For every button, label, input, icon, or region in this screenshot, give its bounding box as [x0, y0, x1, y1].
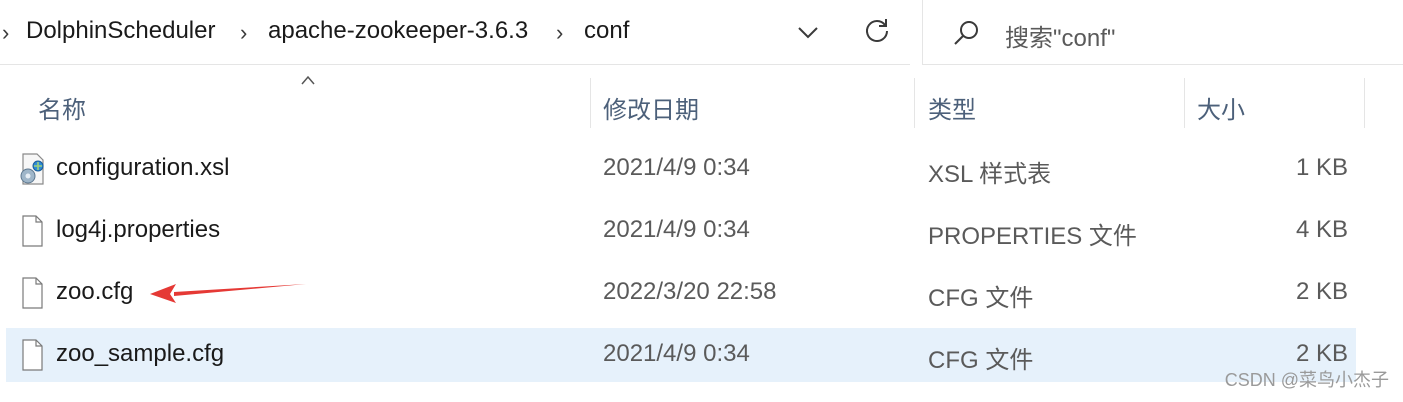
- breadcrumb-separator: ›: [556, 20, 564, 45]
- search-icon: [954, 21, 978, 45]
- column-header-name[interactable]: 名称: [38, 90, 86, 125]
- column-divider[interactable]: [590, 78, 591, 128]
- file-type: CFG 文件: [928, 347, 1034, 374]
- file-date: 2022/3/20 22:58: [603, 278, 777, 305]
- breadcrumb-separator: ›: [2, 20, 10, 45]
- file-name: configuration.xsl: [56, 154, 230, 181]
- file-type: XSL 样式表: [928, 161, 1052, 188]
- refresh-icon[interactable]: [862, 16, 892, 46]
- search-input[interactable]: 搜索"conf": [1005, 18, 1115, 53]
- file-row[interactable]: configuration.xsl 2021/4/9 0:34 XSL 样式表 …: [6, 142, 1356, 196]
- column-header-row: 名称 修改日期 类型 大小: [0, 66, 1403, 130]
- file-name: zoo_sample.cfg: [56, 340, 225, 367]
- column-divider[interactable]: [1364, 78, 1365, 128]
- annotation-arrow-icon: [150, 284, 306, 303]
- watermark: CSDN @菜鸟小杰子: [1224, 370, 1389, 390]
- file-date: 2021/4/9 0:34: [603, 340, 750, 367]
- generic-file-icon: [22, 277, 43, 309]
- breadcrumb-item-apache-zookeeper[interactable]: apache-zookeeper-3.6.3: [268, 17, 528, 45]
- file-type: CFG 文件: [928, 285, 1034, 312]
- file-row[interactable]: log4j.properties 2021/4/9 0:34 PROPERTIE…: [6, 204, 1356, 258]
- column-header-date[interactable]: 修改日期: [603, 90, 699, 125]
- file-date: 2021/4/9 0:34: [603, 216, 750, 243]
- file-size: 2 KB: [1295, 340, 1348, 367]
- breadcrumb-separator: ›: [240, 20, 248, 45]
- breadcrumb[interactable]: › DolphinScheduler › apache-zookeeper-3.…: [0, 0, 910, 65]
- xsl-file-icon: [20, 153, 44, 185]
- file-date: 2021/4/9 0:34: [603, 154, 750, 181]
- generic-file-icon: [22, 215, 43, 247]
- column-divider[interactable]: [914, 78, 915, 128]
- breadcrumb-item-dolphinscheduler[interactable]: DolphinScheduler: [26, 17, 215, 45]
- file-size: 4 KB: [1295, 216, 1348, 243]
- sort-ascending-icon: [301, 75, 315, 85]
- address-bar: › DolphinScheduler › apache-zookeeper-3.…: [0, 0, 1403, 65]
- file-name: zoo.cfg: [56, 278, 134, 305]
- column-header-type[interactable]: 类型: [928, 90, 976, 125]
- generic-file-icon: [22, 339, 43, 371]
- file-size: 2 KB: [1295, 278, 1348, 305]
- file-type: PROPERTIES 文件: [928, 223, 1137, 250]
- search-box[interactable]: 搜索"conf": [922, 0, 1403, 65]
- file-size: 1 KB: [1295, 154, 1348, 181]
- column-header-size[interactable]: 大小: [1197, 90, 1245, 125]
- column-divider[interactable]: [1184, 78, 1185, 128]
- breadcrumb-item-conf[interactable]: conf: [584, 17, 629, 45]
- chevron-down-icon[interactable]: [796, 20, 820, 44]
- file-name: log4j.properties: [56, 216, 221, 243]
- file-row-selected[interactable]: zoo_sample.cfg 2021/4/9 0:34 CFG 文件 2 KB: [6, 328, 1356, 382]
